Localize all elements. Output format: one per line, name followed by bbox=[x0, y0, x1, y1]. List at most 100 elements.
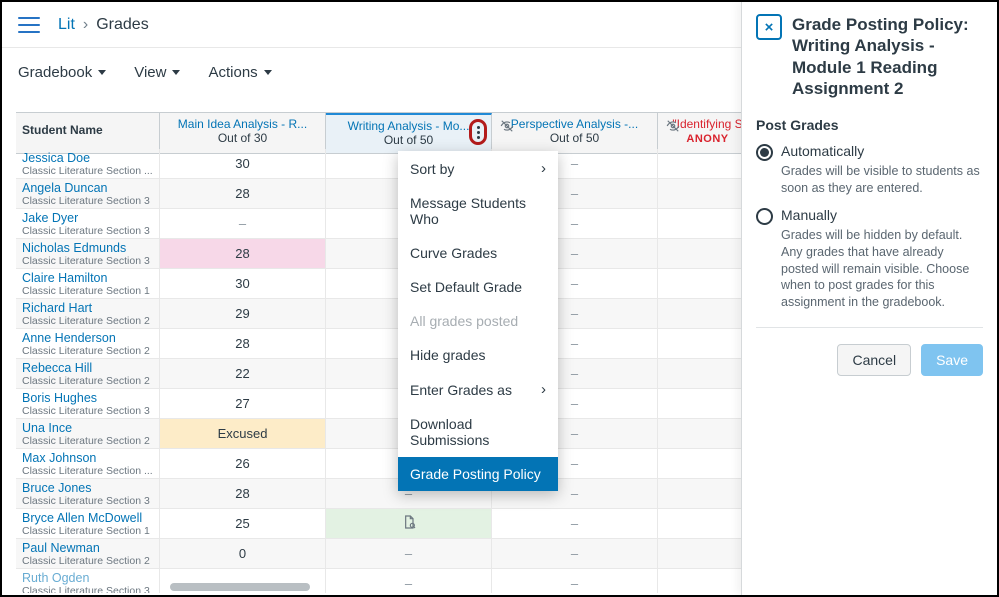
grade-cell[interactable]: – bbox=[160, 209, 326, 238]
student-name[interactable]: Paul Newman bbox=[22, 541, 100, 555]
menu-curve-grades[interactable]: Curve Grades bbox=[398, 236, 558, 270]
grade-cell[interactable]: 30 bbox=[160, 269, 326, 298]
column-context-menu: Sort by› Message Students Who Curve Grad… bbox=[398, 151, 558, 491]
column-header-assignment-3[interactable]: Perspective Analysis -... Out of 50 bbox=[492, 113, 658, 153]
student-cell[interactable]: Rebecca HillClassic Literature Section 2 bbox=[16, 359, 160, 388]
view-dropdown[interactable]: View bbox=[134, 64, 180, 81]
cancel-button[interactable]: Cancel bbox=[837, 344, 911, 376]
student-section: Classic Literature Section 3 bbox=[22, 195, 150, 207]
panel-title: Grade Posting Policy: Writing Analysis -… bbox=[792, 14, 983, 99]
menu-set-default[interactable]: Set Default Grade bbox=[398, 270, 558, 304]
student-cell[interactable]: Nicholas EdmundsClassic Literature Secti… bbox=[16, 239, 160, 268]
student-cell[interactable]: Anne HendersonClassic Literature Section… bbox=[16, 329, 160, 358]
hamburger-menu-icon[interactable] bbox=[18, 17, 40, 33]
breadcrumb-parent[interactable]: Lit bbox=[58, 16, 75, 34]
close-icon: × bbox=[765, 19, 774, 36]
grade-cell[interactable]: 28 bbox=[160, 179, 326, 208]
chevron-right-icon: › bbox=[541, 381, 546, 398]
student-cell[interactable]: Angela DuncanClassic Literature Section … bbox=[16, 179, 160, 208]
student-name[interactable]: Rebecca Hill bbox=[22, 361, 92, 375]
caret-down-icon bbox=[172, 70, 180, 75]
close-panel-button[interactable]: × bbox=[756, 14, 782, 40]
grade-cell[interactable]: 28 bbox=[160, 479, 326, 508]
student-name[interactable]: Anne Henderson bbox=[22, 331, 116, 345]
grade-cell[interactable]: – bbox=[492, 539, 658, 568]
radio-manually[interactable] bbox=[756, 208, 773, 225]
menu-grade-posting-policy[interactable]: Grade Posting Policy bbox=[398, 457, 558, 491]
student-cell[interactable]: Max JohnsonClassic Literature Section ..… bbox=[16, 449, 160, 478]
student-name[interactable]: Angela Duncan bbox=[22, 181, 107, 195]
grade-cell[interactable]: 29 bbox=[160, 299, 326, 328]
student-section: Classic Literature Section 2 bbox=[22, 555, 150, 567]
student-cell[interactable]: Jessica DoeClassic Literature Section ..… bbox=[16, 149, 160, 178]
menu-hide-grades[interactable]: Hide grades bbox=[398, 338, 558, 372]
column-header-assignment-2[interactable]: Writing Analysis - Mo... Out of 50 bbox=[326, 113, 492, 153]
grade-cell[interactable]: 0 bbox=[160, 539, 326, 568]
grade-cell[interactable]: 27 bbox=[160, 389, 326, 418]
student-section: Classic Literature Section 2 bbox=[22, 375, 150, 387]
menu-sort-by[interactable]: Sort by› bbox=[398, 151, 558, 186]
student-cell[interactable]: Bryce Allen McDowellClassic Literature S… bbox=[16, 509, 160, 538]
student-cell[interactable]: Boris HughesClassic Literature Section 3 bbox=[16, 389, 160, 418]
radio-manually-desc: Grades will be hidden by default. Any gr… bbox=[781, 227, 983, 311]
column-header-student[interactable]: Student Name bbox=[16, 113, 160, 153]
grade-cell[interactable]: – bbox=[326, 539, 492, 568]
student-section: Classic Literature Section 3 bbox=[22, 255, 150, 267]
student-section: Classic Literature Section 3 bbox=[22, 585, 150, 594]
save-button[interactable]: Save bbox=[921, 344, 983, 376]
student-name[interactable]: Nicholas Edmunds bbox=[22, 241, 126, 255]
student-name[interactable]: Una Ince bbox=[22, 421, 72, 435]
post-grades-label: Post Grades bbox=[756, 117, 983, 133]
gradebook-dropdown[interactable]: Gradebook bbox=[18, 64, 106, 81]
student-section: Classic Literature Section 3 bbox=[22, 225, 150, 237]
student-cell[interactable]: Jake DyerClassic Literature Section 3 bbox=[16, 209, 160, 238]
student-name[interactable]: Claire Hamilton bbox=[22, 271, 107, 285]
horizontal-scrollbar[interactable] bbox=[170, 583, 310, 591]
radio-manually-label: Manually bbox=[781, 207, 837, 223]
student-section: Classic Literature Section 2 bbox=[22, 435, 150, 447]
panel-separator bbox=[756, 327, 983, 328]
student-name[interactable]: Bryce Allen McDowell bbox=[22, 511, 142, 525]
student-name[interactable]: Ruth Ogden bbox=[22, 571, 89, 585]
student-cell[interactable]: Richard HartClassic Literature Section 2 bbox=[16, 299, 160, 328]
actions-dropdown[interactable]: Actions bbox=[208, 64, 271, 81]
menu-download-submissions[interactable]: Download Submissions bbox=[398, 407, 558, 457]
grade-cell[interactable]: 28 bbox=[160, 329, 326, 358]
student-cell[interactable]: Ruth OgdenClassic Literature Section 3 bbox=[16, 569, 160, 593]
student-section: Classic Literature Section ... bbox=[22, 465, 153, 477]
grade-cell[interactable]: 22 bbox=[160, 359, 326, 388]
column-header-assignment-1[interactable]: Main Idea Analysis - R... Out of 30 bbox=[160, 113, 326, 153]
student-section: Classic Literature Section 1 bbox=[22, 285, 150, 297]
student-name[interactable]: Boris Hughes bbox=[22, 391, 97, 405]
grade-cell[interactable]: – bbox=[492, 509, 658, 538]
grade-cell[interactable]: 28 bbox=[160, 239, 326, 268]
student-section: Classic Literature Section 2 bbox=[22, 345, 150, 357]
student-section: Classic Literature Section 3 bbox=[22, 405, 150, 417]
student-cell[interactable]: Bruce JonesClassic Literature Section 3 bbox=[16, 479, 160, 508]
student-name[interactable]: Bruce Jones bbox=[22, 481, 91, 495]
visibility-off-icon bbox=[666, 119, 680, 136]
caret-down-icon bbox=[264, 70, 272, 75]
student-name[interactable]: Jessica Doe bbox=[22, 151, 90, 165]
radio-automatically[interactable] bbox=[756, 144, 773, 161]
grade-cell[interactable]: 25 bbox=[160, 509, 326, 538]
student-name[interactable]: Max Johnson bbox=[22, 451, 96, 465]
student-name[interactable]: Richard Hart bbox=[22, 301, 92, 315]
radio-automatically-desc: Grades will be visible to students as so… bbox=[781, 163, 983, 197]
menu-message-students[interactable]: Message Students Who bbox=[398, 186, 558, 236]
student-section: Classic Literature Section 2 bbox=[22, 315, 150, 327]
menu-enter-grades-as[interactable]: Enter Grades as› bbox=[398, 372, 558, 407]
student-name[interactable]: Jake Dyer bbox=[22, 211, 78, 225]
column-menu-button[interactable] bbox=[469, 119, 487, 145]
grade-cell[interactable]: 30 bbox=[160, 149, 326, 178]
student-cell[interactable]: Una InceClassic Literature Section 2 bbox=[16, 419, 160, 448]
grade-cell[interactable] bbox=[326, 509, 492, 538]
student-section: Classic Literature Section ... bbox=[22, 165, 153, 177]
grade-cell[interactable]: – bbox=[492, 569, 658, 593]
grade-cell[interactable]: Excused bbox=[160, 419, 326, 448]
radio-automatically-label: Automatically bbox=[781, 143, 864, 159]
grade-cell[interactable]: 26 bbox=[160, 449, 326, 478]
grade-cell[interactable]: – bbox=[326, 569, 492, 593]
student-cell[interactable]: Claire HamiltonClassic Literature Sectio… bbox=[16, 269, 160, 298]
student-cell[interactable]: Paul NewmanClassic Literature Section 2 bbox=[16, 539, 160, 568]
